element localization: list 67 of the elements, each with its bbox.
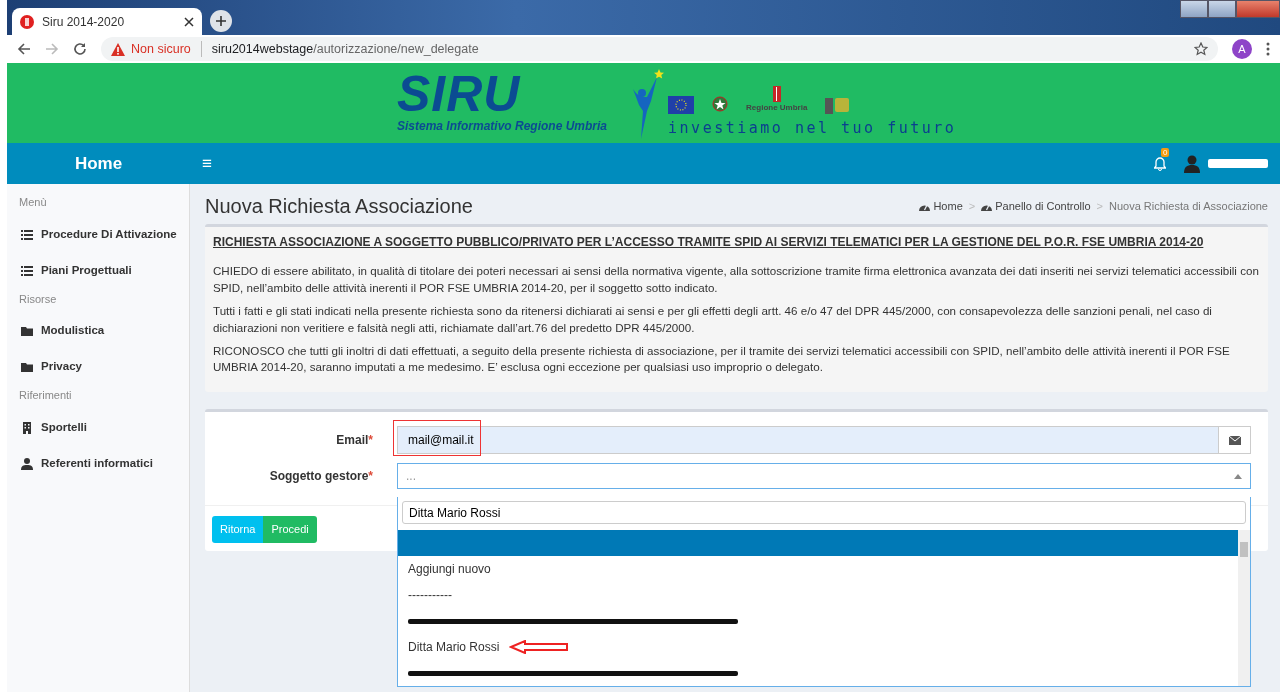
user-icon xyxy=(21,457,33,470)
email-field[interactable]: mail@mail.it xyxy=(397,426,1219,455)
sidebar-item[interactable]: Privacy xyxy=(19,349,183,385)
breadcrumb-current: Nuova Richiesta di Associazione xyxy=(1109,198,1268,214)
dropdown-option[interactable]: ----------- xyxy=(398,582,1238,609)
warning-icon xyxy=(111,42,125,56)
close-button[interactable] xyxy=(1236,0,1280,18)
flag-icon xyxy=(668,95,695,114)
caret-up-icon xyxy=(1234,473,1242,479)
field-label: Email* xyxy=(335,432,373,450)
reload-icon[interactable] xyxy=(73,42,87,56)
notice-paragraph: RICONOSCO che tutti gli inoltri di dati effettuati, a seguito della presente richiesta di associazione, per il tramite dei servizi telematici accessibili con SPID, nell’ambito delle attività inerenti il POR FSE UMBRIA 2014-20, saranno imputati a me medesimo. E’ esclusa ogni eccezione per qualsiasi uso improprio o delegato. xyxy=(213,342,1231,376)
folder-icon xyxy=(21,361,33,373)
address-bar[interactable]: Non sicuro siru2014webstage/autorizzazione/new_delegate xyxy=(101,37,1218,61)
user-avatar-icon[interactable] xyxy=(1184,154,1200,173)
field-label: Soggetto gestore* xyxy=(268,468,373,486)
security-label: Non sicuro xyxy=(131,40,191,58)
envelope-icon xyxy=(1228,435,1241,445)
breadcrumb-link[interactable]: Panello di Controllo xyxy=(981,197,1091,215)
search-field[interactable]: Ditta Mario Rossi xyxy=(402,501,1246,525)
home-link[interactable]: Home xyxy=(7,150,190,177)
scrollbar[interactable] xyxy=(1238,530,1250,687)
slogan-text: investiamo nel tuo futuro xyxy=(668,117,957,139)
sidebar-heading: Menù xyxy=(19,195,48,210)
more-icon[interactable] xyxy=(1266,42,1270,56)
region-label: Regione Umbria xyxy=(746,101,808,114)
notification-badge: 0 xyxy=(1161,147,1170,158)
logo-subtitle: Sistema Informativo Regione Umbria xyxy=(397,117,608,135)
star-icon[interactable] xyxy=(1194,42,1208,56)
emblem-icon xyxy=(712,95,729,114)
close-icon[interactable] xyxy=(184,16,194,27)
list-icon xyxy=(21,228,33,241)
new-tab-icon[interactable] xyxy=(210,10,232,32)
dropdown-option[interactable]: Aggiungi nuovo xyxy=(398,556,1238,583)
sidebar-heading: Risorse xyxy=(19,291,58,307)
dropdown-option[interactable]: Ditta Mario Rossi xyxy=(398,634,1238,661)
building-icon xyxy=(21,421,33,434)
breadcrumb-link[interactable]: Home xyxy=(919,197,963,215)
sidebar-item[interactable]: Procedure Di Attivazione xyxy=(19,216,183,253)
tab-title: Siru 2014-2020 xyxy=(42,13,126,31)
menu-toggle[interactable]: ≡ xyxy=(202,150,212,177)
sidebar-item[interactable]: Sportelli xyxy=(19,409,183,446)
folder-icon xyxy=(21,325,33,337)
minimize-button[interactable] xyxy=(1180,0,1208,18)
sidebar-item[interactable]: Modulistica xyxy=(19,313,183,349)
figure-with-star-icon xyxy=(631,67,666,139)
separator xyxy=(200,41,202,57)
notice-paragraph: CHIEDO di essere abilitato, in qualità di titolare dei poteri necessari ai sensi della normativa vigente, alla sottoscrizione tramite firma elettronica avanzata dei dati inseriti nei servizi telematici accessibili con SPID, nell’ambito delle attività inerenti il POR FSE UMBRIA 2014-20, per il soggetto sotto indicato. xyxy=(213,263,1260,297)
notice-heading: RICHIESTA ASSOCIAZIONE A SOGGETTO PUBBLICO/PRIVATO PER L’ACCESSO TRAMITE SPID AI SERVIZI TELEMATICI PER LA GESTIONE DEL P.O.R. FSE UMBRIA 2014-20 xyxy=(213,235,1205,250)
page-title: Nuova Richiesta Associazione xyxy=(205,194,473,218)
profile-avatar[interactable]: A xyxy=(1232,39,1252,59)
crest-icon xyxy=(772,85,781,102)
breadcrumb-separator: > xyxy=(1096,198,1103,214)
breadcrumb-separator: > xyxy=(968,198,976,214)
shield-icon xyxy=(825,97,850,114)
browser-tab[interactable]: Siru 2014-2020 xyxy=(12,8,202,35)
back-icon[interactable] xyxy=(17,42,31,56)
site-favicon xyxy=(20,14,34,29)
maximize-button[interactable] xyxy=(1208,0,1236,18)
sidebar-heading: Riferimenti xyxy=(19,388,73,403)
notice-paragraph: Tutti i fatti e gli stati indicati nella presente richiesta sono da ritenersi dichiarati ai sensi e per gli effetti degli artt. 46 e/o 47 del DPR 445/2000, con consapevolezza delle sanzioni penali, nel caso di dichiarazioni non veritiere e falsità negli atti, richiamate dall’art.76 del predetto DPR 445/2000. xyxy=(213,303,1213,336)
logo-title: SIRU xyxy=(397,71,521,117)
list-icon xyxy=(21,264,33,277)
sidebar-item[interactable]: Piani Progettuali xyxy=(19,252,183,289)
sidebar-item[interactable]: Referenti informatici xyxy=(19,445,183,482)
url-text: siru2014webstage/autorizzazione/new_delegate xyxy=(211,40,479,58)
bell-icon[interactable] xyxy=(1154,157,1166,172)
